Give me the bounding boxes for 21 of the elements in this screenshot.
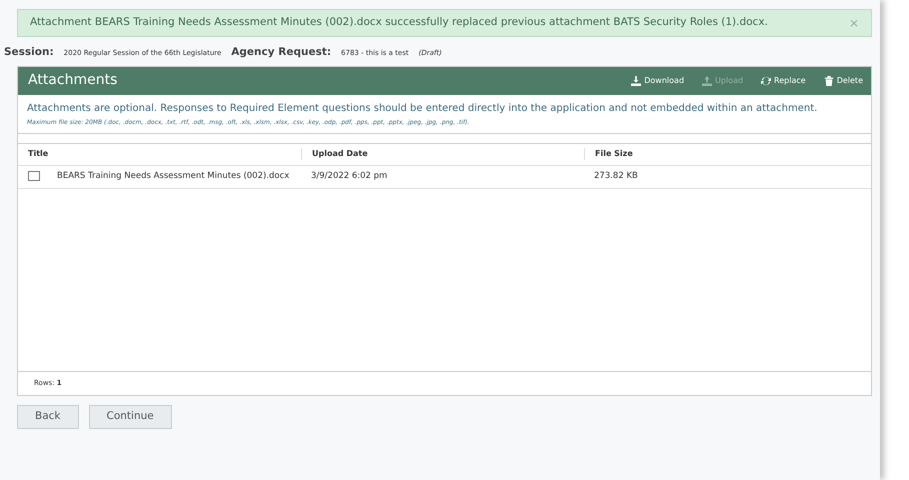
toolbar-button[interactable]: Replace [761,74,806,87]
upload-icon [702,76,712,86]
panel-title: Attachments [28,71,118,90]
refresh-icon [761,76,772,86]
table-cell-text: 3/9/2022 6:02 pm [310,170,388,184]
table-cell-text: BEARS Training Needs Assessment Minutes (002).docx [56,171,290,182]
context-label: Session: [4,45,54,60]
download-icon [631,76,642,86]
row-checkbox[interactable] [28,171,40,182]
column-header: Upload Date [301,148,584,160]
trash-icon [824,76,834,86]
context-label: Agency Request: [231,45,332,60]
nav-button[interactable]: Continue [88,404,172,429]
column-header: File Size [584,148,871,160]
table-cell-text: 273.82 KB [593,170,639,184]
nav-button[interactable]: Back [17,404,78,429]
instructions-text: Attachments are optional. Responses to Required Element questions should be entered directly into the application and not embedded within an attachment. [27,102,818,116]
column-header: Title [27,148,50,160]
alert-message: Attachment BEARS Training Needs Assessment Minutes (002).docx successfully replaced previous attachment BATS Security Roles (1).docx. [30,15,768,30]
toolbar-button[interactable]: Delete [824,74,863,87]
toolbar-button[interactable]: Download [631,74,684,87]
